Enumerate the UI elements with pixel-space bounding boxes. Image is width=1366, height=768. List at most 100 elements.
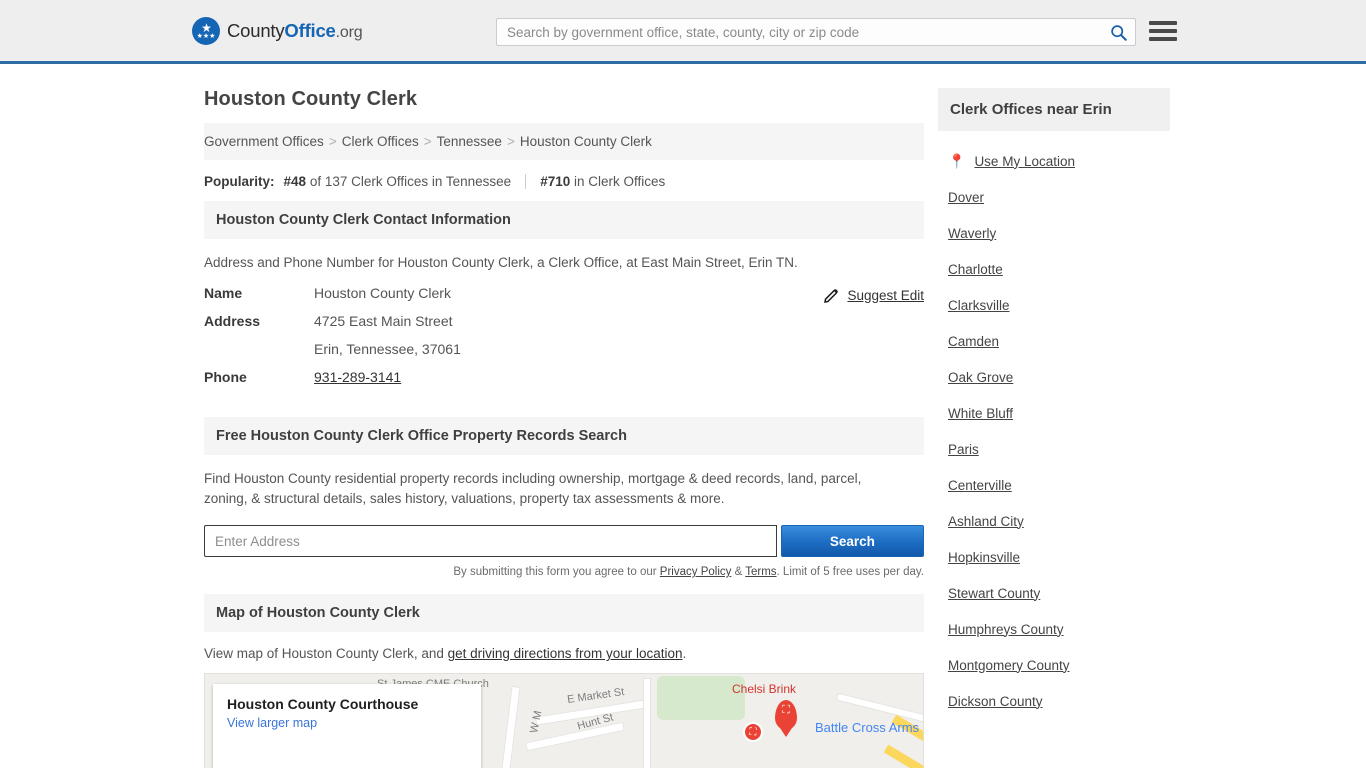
building-icon: ⛶: [749, 726, 757, 738]
popularity-row: Popularity: #48 of 137 Clerk Offices in …: [204, 160, 924, 201]
sidebar-link[interactable]: Paris: [948, 442, 979, 457]
breadcrumb-item-1[interactable]: Clerk Offices: [342, 134, 419, 149]
sidebar-link[interactable]: Ashland City: [948, 514, 1024, 529]
privacy-policy-link[interactable]: Privacy Policy: [660, 566, 732, 578]
map-label-wm: W M: [528, 709, 545, 735]
legal-pre: By submitting this form you agree to our: [453, 566, 660, 578]
map-road-curve: [835, 692, 923, 724]
breadcrumb: Government Offices > Clerk Offices > Tenness…: [204, 123, 924, 160]
map-label-chelsi-brink: Chelsi Brink: [732, 682, 797, 696]
contact-description: Address and Phone Number for Houston Cou…: [204, 255, 798, 270]
sidebar-link[interactable]: Centerville: [948, 478, 1012, 493]
sidebar-link[interactable]: Stewart County: [948, 586, 1040, 601]
search-submit-button[interactable]: [1101, 19, 1135, 45]
view-larger-map-link[interactable]: View larger map: [227, 716, 467, 730]
sidebar-item-waverly[interactable]: Waverly: [938, 215, 1170, 251]
popularity-divider: [525, 174, 527, 189]
sidebar-link[interactable]: Hopkinsville: [948, 550, 1020, 565]
contact-section-body: Address and Phone Number for Houston Cou…: [204, 239, 924, 401]
sidebar-link[interactable]: Dover: [948, 190, 984, 205]
building-icon: ⛶: [782, 704, 790, 716]
contact-row: Erin, Tennessee, 37061: [204, 341, 924, 357]
map-marker-secondary[interactable]: ⛶: [743, 722, 763, 742]
breadcrumb-separator: >: [423, 134, 432, 149]
sidebar-link[interactable]: Oak Grove: [948, 370, 1013, 385]
breadcrumb-item-0[interactable]: Government Offices: [204, 134, 324, 149]
breadcrumb-item-2[interactable]: Tennessee: [437, 134, 502, 149]
sidebar-item-oak-grove[interactable]: Oak Grove: [938, 359, 1170, 395]
sidebar-link[interactable]: Waverly: [948, 226, 996, 241]
sidebar-item-centerville[interactable]: Centerville: [938, 467, 1170, 503]
search-input[interactable]: [497, 19, 1101, 45]
map-pin-icon: 📍: [948, 153, 966, 169]
sidebar-link[interactable]: White Bluff: [948, 406, 1013, 421]
map-marker-primary[interactable]: ⛶: [775, 700, 797, 737]
pencil-edit-icon: [824, 288, 839, 303]
logo-text-part1: County: [227, 19, 285, 41]
sidebar-link[interactable]: Humphreys County: [948, 622, 1064, 637]
use-my-location-label[interactable]: Use My Location: [974, 154, 1075, 169]
logo-text-part2: Office: [284, 19, 336, 41]
sidebar-item-stewart-county[interactable]: Stewart County: [938, 575, 1170, 611]
sidebar-item-montgomery-county[interactable]: Montgomery County: [938, 647, 1170, 683]
map-card-title: Houston County Courthouse: [227, 696, 419, 712]
sidebar-item-paris[interactable]: Paris: [938, 431, 1170, 467]
property-search-button[interactable]: Search: [780, 525, 924, 557]
sidebar-item-humphreys-county[interactable]: Humphreys County: [938, 611, 1170, 647]
contact-row: Name Houston County Clerk: [204, 285, 924, 301]
popularity-state-text: of 137 Clerk Offices in Tennessee: [309, 174, 512, 189]
terms-link[interactable]: Terms: [745, 566, 776, 578]
global-search-box[interactable]: [496, 18, 1136, 46]
sidebar-link[interactable]: Montgomery County: [948, 658, 1070, 673]
sidebar-item-dickson-county[interactable]: Dickson County: [938, 683, 1170, 719]
sidebar-item-charlotte[interactable]: Charlotte: [938, 251, 1170, 287]
contact-table: Suggest Edit Name Houston County Clerk A…: [204, 285, 924, 385]
popularity-overall-text: in Clerk Offices: [574, 174, 666, 189]
breadcrumb-item-current: Houston County Clerk: [519, 134, 652, 149]
breadcrumb-separator: >: [328, 134, 337, 149]
search-icon: [1110, 24, 1127, 41]
property-search-body: Find Houston County residential property…: [204, 455, 924, 582]
address-input[interactable]: [204, 525, 777, 557]
map-embed[interactable]: St James CME Church E Market St Hunt St …: [204, 673, 924, 768]
map-highway-2: [883, 744, 923, 768]
site-header: ★ ★★★ CountyOffice.org: [0, 0, 1366, 64]
sidebar-item-camden[interactable]: Camden: [938, 323, 1170, 359]
popularity-overall-rank: #710: [540, 174, 571, 189]
contact-key: Name: [204, 285, 243, 301]
sidebar-link[interactable]: Charlotte: [948, 262, 1003, 277]
hamburger-menu-icon[interactable]: [1149, 18, 1177, 44]
contact-row: Address 4725 East Main Street: [204, 313, 924, 329]
sidebar-item-hopkinsville[interactable]: Hopkinsville: [938, 539, 1170, 575]
sidebar-item-ashland-city[interactable]: Ashland City: [938, 503, 1170, 539]
driving-directions-link[interactable]: get driving directions from your locatio…: [448, 646, 683, 661]
map-desc-pre: View map of Houston County Clerk, and: [204, 646, 448, 661]
sidebar-link[interactable]: Dickson County: [948, 694, 1043, 709]
suggest-edit-button[interactable]: Suggest Edit: [824, 287, 924, 303]
suggest-edit-label: Suggest Edit: [847, 287, 924, 303]
contact-key-phone: Phone: [204, 369, 247, 385]
legal-amp: &: [731, 566, 746, 578]
sidebar-item-white-bluff[interactable]: White Bluff: [938, 395, 1170, 431]
sidebar-item-use-my-location[interactable]: 📍 Use My Location: [938, 143, 1170, 179]
map-description: View map of Houston County Clerk, and ge…: [204, 632, 924, 673]
contact-value: Erin, Tennessee, 37061: [314, 341, 461, 357]
sidebar-link[interactable]: Camden: [948, 334, 999, 349]
sidebar-item-clarksville[interactable]: Clarksville: [938, 287, 1170, 323]
popularity-state-rank: #48: [283, 174, 307, 189]
contact-value: Houston County Clerk: [314, 285, 451, 301]
property-search-description: Find Houston County residential property…: [204, 471, 862, 506]
contact-section-heading: Houston County Clerk Contact Information: [204, 201, 924, 239]
contact-value: 4725 East Main Street: [314, 313, 453, 329]
main-column: Houston County Clerk Government Offices >…: [204, 64, 924, 768]
sidebar: Clerk Offices near Erin 📍 Use My Locatio…: [938, 64, 1170, 719]
property-search-heading: Free Houston County Clerk Office Propert…: [204, 417, 924, 455]
breadcrumb-separator: >: [506, 134, 515, 149]
sidebar-item-dover[interactable]: Dover: [938, 179, 1170, 215]
map-desc-post: .: [682, 646, 687, 661]
site-logo[interactable]: ★ ★★★ CountyOffice.org: [192, 16, 363, 45]
phone-link[interactable]: 931-289-3141: [314, 369, 401, 385]
page-title: Houston County Clerk: [204, 88, 418, 110]
logo-text-part3: .org: [335, 23, 363, 41]
sidebar-link[interactable]: Clarksville: [948, 298, 1010, 313]
